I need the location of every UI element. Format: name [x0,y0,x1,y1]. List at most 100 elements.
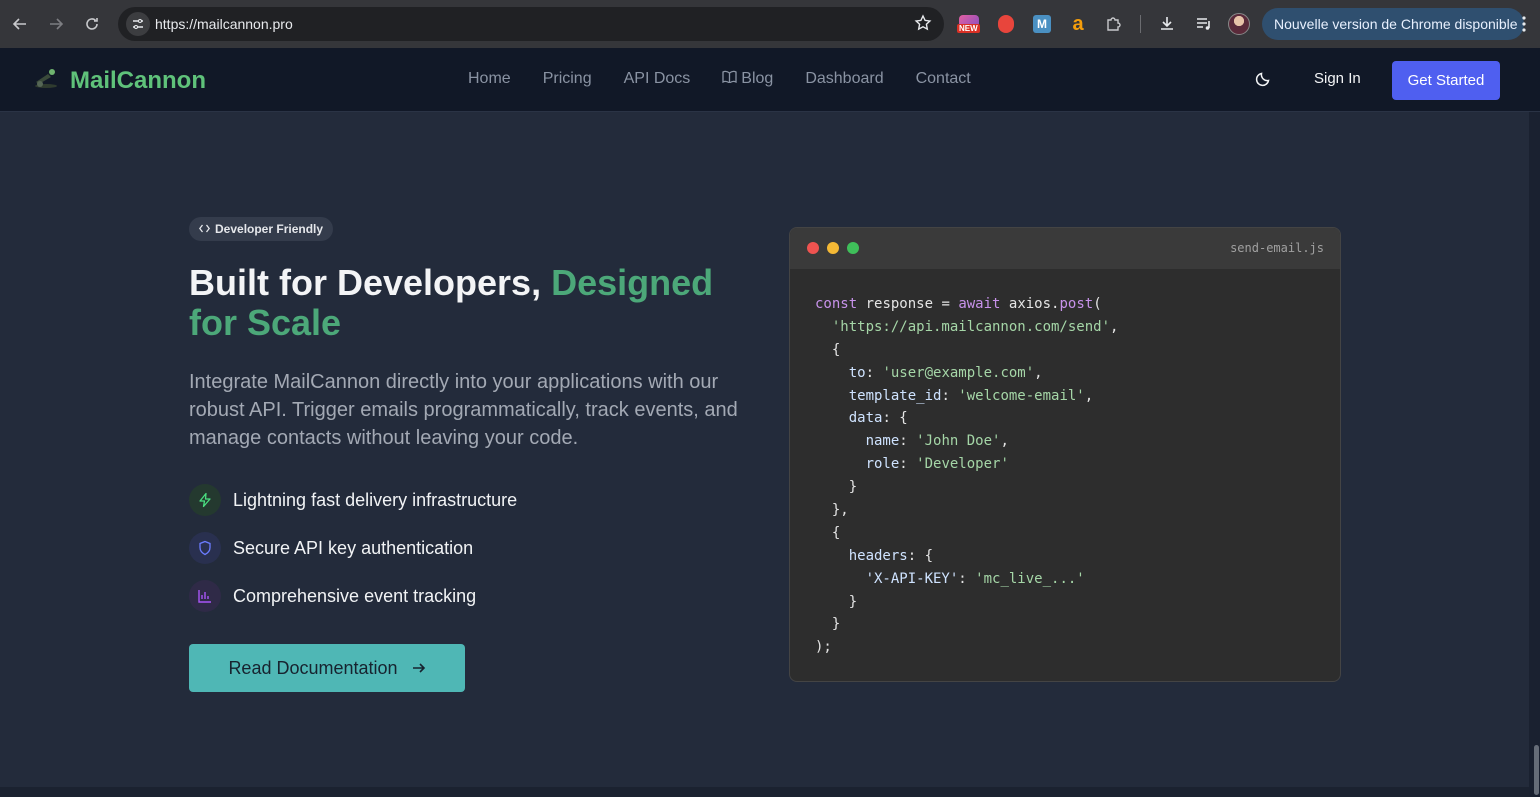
extension-amazon-icon[interactable]: a [1067,13,1089,35]
logo[interactable]: MailCannon [32,66,206,95]
code-token: }, [815,502,849,519]
code-token: : [865,364,883,381]
nav-api-docs[interactable]: API Docs [624,70,691,88]
code-token: name [865,433,900,450]
developer-friendly-badge: Developer Friendly [189,217,334,241]
forward-icon[interactable] [44,12,68,36]
maximize-dot-icon [847,242,859,254]
code-window-titlebar: send-email.js [790,228,1340,269]
code-token: : [958,570,976,587]
headline-plain: Built for Developers, [189,262,552,303]
chrome-update-label: Nouvelle version de Chrome disponible [1274,16,1518,32]
code-line: data: { [815,407,1118,430]
hero-description: Integrate MailCannon directly into your … [189,371,738,449]
feature-item: Lightning fast delivery infrastructure [189,484,517,516]
arrow-right-icon [412,658,426,679]
code-token: ( [1093,296,1102,312]
nav-pricing[interactable]: Pricing [543,70,592,88]
code-line: { [815,522,1118,545]
main-nav: Home Pricing API Docs Blog Dashboard Con… [468,70,971,88]
code-token: 'mc_live_...' [975,570,1085,587]
profile-avatar[interactable] [1228,13,1250,35]
code-token: axios. [1000,296,1060,312]
feature-label: Lightning fast delivery infrastructure [233,489,518,510]
code-token: 'welcome-email' [958,387,1085,404]
code-token: , [1084,387,1094,404]
browser-menu-icon[interactable] [1522,15,1526,38]
nav-dashboard[interactable]: Dashboard [805,70,883,88]
cannon-logo-icon [32,66,60,95]
extensions-puzzle-icon[interactable] [1103,13,1125,35]
code-body: const response = await axios.post( 'http… [815,293,1118,659]
code-line: } [815,476,1118,499]
code-token: role [865,456,900,473]
nav-home[interactable]: Home [468,70,511,88]
extension-m-icon[interactable]: M [1031,13,1053,35]
code-line: 'X-API-KEY': 'mc_live_...' [815,568,1118,591]
code-line: role: 'Developer' [815,453,1118,476]
close-dot-icon [807,242,819,254]
reload-icon[interactable] [80,12,104,36]
badge-label: Developer Friendly [215,222,324,236]
code-token: ); [815,639,832,656]
code-token: headers [848,547,908,564]
section-divider [0,787,1529,797]
code-token: template_id [848,387,942,404]
sign-in-link[interactable]: Sign In [1314,70,1361,87]
theme-toggle-moon-icon[interactable] [1254,70,1272,93]
extension-new-badge: NEW [957,24,980,33]
read-documentation-button[interactable]: Read Documentation [189,644,465,692]
bookmark-star-icon[interactable] [914,14,932,37]
chrome-update-button[interactable]: Nouvelle version de Chrome disponible [1262,8,1524,40]
download-icon[interactable] [1156,13,1178,35]
code-token: } [815,479,858,496]
code-token: , [1034,364,1043,381]
code-filename: send-email.js [1230,241,1324,255]
hero-headline: Built for Developers, Designed for Scale [189,263,749,343]
shield-icon [189,532,221,564]
site-settings-icon[interactable] [126,12,150,36]
feature-label: Comprehensive event tracking [233,585,477,606]
back-icon[interactable] [8,12,32,36]
minimize-dot-icon [827,242,839,254]
url-text: https://mailcannon.pro [155,16,293,32]
address-bar[interactable]: https://mailcannon.pro [118,7,944,41]
code-line: template_id: 'welcome-email', [815,385,1118,408]
code-token: : [899,433,917,450]
toolbar-divider [1140,15,1141,33]
code-token: 'John Doe' [916,433,1001,450]
brand-name: MailCannon [70,66,206,94]
feature-label: Secure API key authentication [233,537,474,558]
code-line: ); [815,636,1118,659]
scrollbar[interactable] [1529,112,1540,797]
nav-blog[interactable]: Blog [722,70,773,88]
code-token: : { [882,410,908,427]
code-token: 'X-API-KEY' [865,570,959,587]
code-brackets-icon [198,222,211,236]
code-token: 'https://api.mailcannon.com/send' [831,318,1111,335]
bar-chart-icon [189,580,221,612]
code-token: const [815,296,858,312]
get-started-button[interactable]: Get Started [1392,61,1500,100]
code-line: } [815,591,1118,614]
scrollbar-thumb[interactable] [1534,745,1539,795]
code-token: data [848,410,883,427]
extension-shield-icon[interactable] [995,13,1017,35]
code-token: post [1059,296,1094,312]
nav-blog-label: Blog [741,70,774,87]
code-token: 'user@example.com' [882,364,1035,381]
extension-new-icon[interactable]: NEW [957,13,980,35]
code-token: to [848,364,866,381]
code-token: await [958,296,1001,312]
media-queue-icon[interactable] [1193,13,1215,35]
nav-contact[interactable]: Contact [916,70,971,88]
code-token: { [815,524,841,541]
code-token: , [1110,318,1119,335]
code-token: { [815,341,841,358]
